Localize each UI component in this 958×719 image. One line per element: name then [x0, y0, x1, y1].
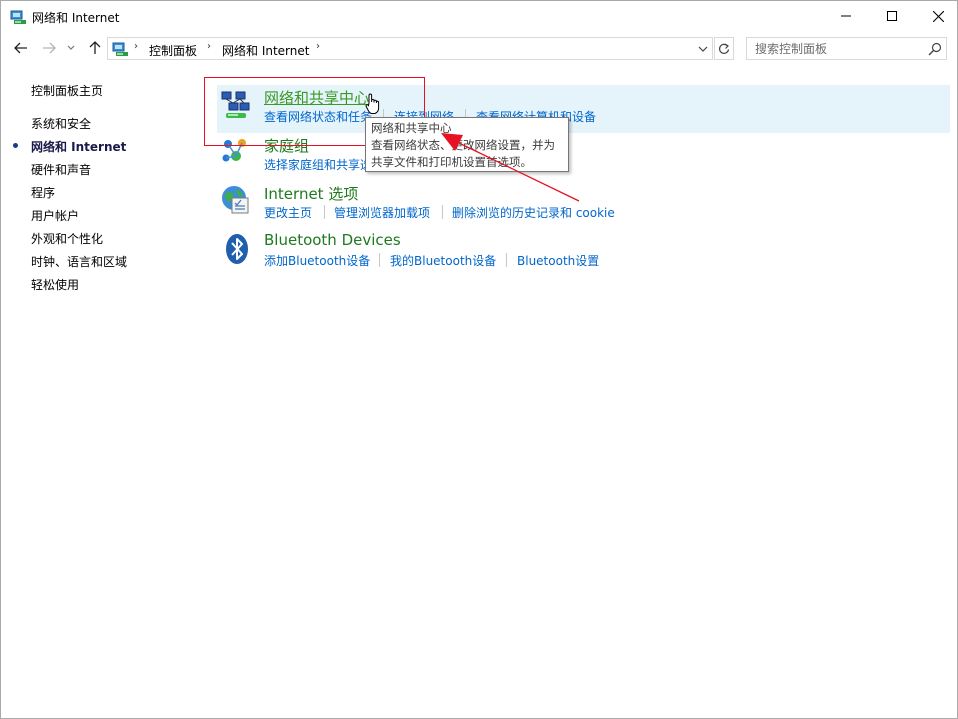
annotation-arrow-icon [441, 133, 580, 202]
control-panel-window: 网络和 Internet › 控制面板 › 网络和 Internet › 搜索控… [0, 0, 958, 719]
